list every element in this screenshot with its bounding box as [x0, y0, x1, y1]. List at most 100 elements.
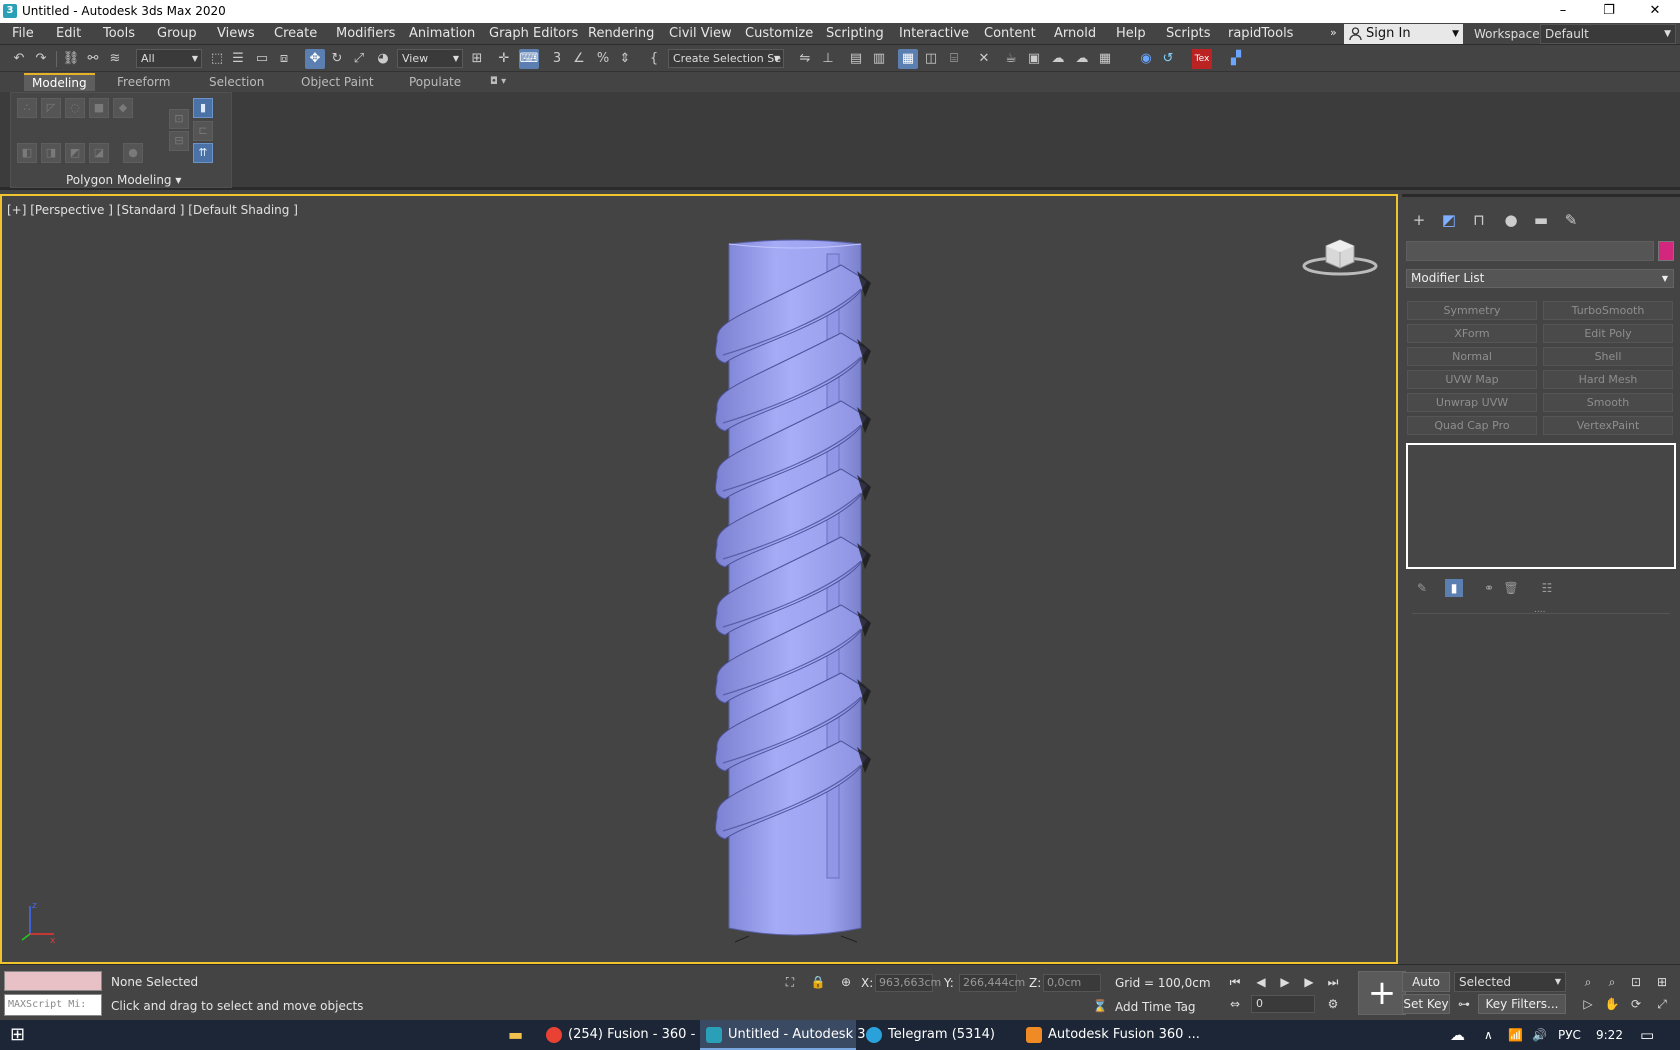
hierarchy-tab-icon[interactable]: ⊓ — [1468, 209, 1490, 231]
language-indicator[interactable]: РУС — [1558, 1020, 1581, 1050]
time-config-arrow-icon[interactable]: ⇔ — [1225, 994, 1245, 1014]
set-key-button[interactable]: Set Key — [1402, 994, 1450, 1014]
absolute-mode-icon[interactable]: ⊕ — [836, 972, 856, 992]
maxscript-mini-input[interactable]: MAXScript Mi: — [4, 994, 102, 1016]
modifier-edit-poly-button[interactable]: Edit Poly — [1543, 324, 1673, 343]
clock[interactable]: 9:22 — [1596, 1020, 1623, 1050]
taskbar-app-fusion[interactable]: Autodesk Fusion 360 ... — [1020, 1020, 1200, 1050]
close-button[interactable]: ✕ — [1632, 0, 1678, 23]
scene-explorer-icon[interactable]: ▤ — [846, 49, 866, 69]
remove-modifier-icon[interactable]: 🗑 — [1502, 579, 1520, 597]
link-icon[interactable]: ⛓ — [61, 49, 81, 69]
show-end-result-icon[interactable]: ▮ — [1445, 579, 1463, 597]
refresh-icon[interactable]: ↺ — [1158, 49, 1178, 69]
menu-rendering[interactable]: Rendering — [588, 26, 654, 41]
x-coordinate-field[interactable]: 963,663cm — [875, 974, 941, 992]
modify-mode-icon[interactable]: ⊡ — [169, 109, 189, 129]
perspective-viewport[interactable]: [+] [Perspective ] [Standard ] [Default … — [0, 194, 1398, 964]
modifier-list-dropdown[interactable]: Modifier List ▼ — [1406, 269, 1674, 288]
menu-interactive[interactable]: Interactive — [899, 26, 969, 41]
previous-frame-icon[interactable]: ◀ — [1251, 972, 1271, 992]
utilities-tab-icon[interactable]: ✎ — [1560, 209, 1582, 231]
align-icon[interactable]: ⊥ — [818, 49, 838, 69]
configure-modifier-sets-icon[interactable]: ☷ — [1538, 579, 1556, 597]
tab-populate[interactable]: Populate — [401, 73, 469, 91]
angle-snap-icon[interactable]: ∠ — [569, 49, 589, 69]
menu-file[interactable]: File — [12, 26, 34, 41]
window-crossing-icon[interactable]: ⧈ — [274, 49, 294, 69]
tab-modeling[interactable]: Modeling — [24, 73, 95, 91]
select-place-icon[interactable]: ◕ — [373, 49, 393, 69]
render-in-cloud-icon[interactable]: ▦ — [1095, 49, 1115, 69]
modifier-vertexpaint-button[interactable]: VertexPaint — [1543, 416, 1673, 435]
z-coordinate-field[interactable]: 0,0cm — [1043, 974, 1101, 992]
qr-icon[interactable]: ◉ — [1136, 49, 1156, 69]
set-key-filter-icon[interactable]: ⊶ — [1454, 994, 1474, 1014]
menu-overflow-icon[interactable]: » — [1330, 26, 1337, 39]
modifier-symmetry-button[interactable]: Symmetry — [1407, 301, 1537, 320]
edge-icon[interactable]: ◸ — [41, 98, 61, 118]
modifier-xform-button[interactable]: XForm — [1407, 324, 1537, 343]
object-name-field[interactable] — [1406, 241, 1654, 261]
curve-editor-icon[interactable]: ◫ — [921, 49, 941, 69]
modifier-shell-button[interactable]: Shell — [1543, 347, 1673, 366]
rect-selection-icon[interactable]: ▭ — [252, 49, 272, 69]
object-color-swatch[interactable] — [1658, 241, 1674, 261]
polygon-modeling-dropdown[interactable]: Polygon Modeling ▾ — [66, 173, 181, 187]
y-coordinate-field[interactable]: 266,444cm — [959, 974, 1025, 992]
schematic-view-icon[interactable]: ⌸ — [944, 49, 964, 69]
isolate-selection-icon[interactable]: ⛶ — [780, 972, 800, 992]
loop-icon[interactable]: ◪ — [89, 143, 109, 163]
show-end-result-icon[interactable]: ▮ — [193, 98, 213, 118]
grow-icon[interactable]: ◧ — [17, 143, 37, 163]
modifier-turbosmooth-button[interactable]: TurboSmooth — [1543, 301, 1673, 320]
material-editor-icon[interactable]: ✕ — [974, 49, 994, 69]
shrink-icon[interactable]: ◨ — [41, 143, 61, 163]
menu-create[interactable]: Create — [274, 26, 317, 41]
preserve-uvs-icon[interactable]: ⊏ — [193, 121, 213, 141]
menu-rapidtools[interactable]: rapidTools — [1228, 26, 1293, 41]
render-iterative-icon[interactable]: ☁ — [1072, 49, 1092, 69]
snaps-toggle-icon[interactable]: 3 — [547, 49, 567, 69]
add-time-tag[interactable]: Add Time Tag — [1115, 1000, 1196, 1014]
zoom-icon[interactable]: ⌕ — [1578, 972, 1598, 992]
tab-selection[interactable]: Selection — [201, 73, 272, 91]
select-rotate-icon[interactable]: ↻ — [327, 49, 347, 69]
use-soft-selection-icon[interactable]: ● — [123, 143, 143, 163]
file-explorer-icon[interactable]: ▬ — [508, 1020, 523, 1050]
menu-civil-view[interactable]: Civil View — [669, 26, 732, 41]
current-frame-field[interactable]: 0 — [1251, 995, 1315, 1013]
maxscript-listener[interactable] — [4, 971, 102, 991]
modifier-unwrap-uvw-button[interactable]: Unwrap UVW — [1407, 393, 1537, 412]
pan-view-icon[interactable]: ✋ — [1602, 994, 1622, 1014]
taskbar-app-3dsmax[interactable]: Untitled - Autodesk 3... — [700, 1020, 878, 1050]
undo-icon[interactable]: ↶ — [9, 49, 29, 69]
workspaces-dropdown[interactable]: Default ▼ — [1540, 24, 1676, 44]
show-hidden-icons-icon[interactable]: ∧ — [1484, 1020, 1493, 1050]
minimize-button[interactable]: – — [1540, 0, 1586, 23]
modifier-hard-mesh-button[interactable]: Hard Mesh — [1543, 370, 1673, 389]
maximize-button[interactable]: ❐ — [1586, 0, 1632, 23]
menu-tools[interactable]: Tools — [103, 26, 135, 41]
modifier-normal-button[interactable]: Normal — [1407, 347, 1537, 366]
selection-lock-icon[interactable]: 🔒 — [808, 972, 828, 992]
select-move-icon[interactable]: ✥ — [305, 49, 325, 69]
key-filters-button[interactable]: Key Filters... — [1478, 994, 1566, 1014]
layer-explorer-icon[interactable]: ▥ — [869, 49, 889, 69]
tex-icon[interactable]: Tex — [1192, 49, 1212, 69]
named-selection-sets-dropdown[interactable]: Create Selection Se ▼ — [668, 49, 784, 68]
windows-start-icon[interactable]: ⊞ — [10, 1020, 25, 1050]
action-center-icon[interactable]: ▭ — [1640, 1020, 1654, 1050]
ring-icon[interactable]: ◩ — [65, 143, 85, 163]
percent-snap-icon[interactable]: % — [593, 49, 613, 69]
time-configuration-icon[interactable]: ⚙ — [1323, 994, 1343, 1014]
next-frame-icon[interactable]: ▶ — [1299, 972, 1319, 992]
onedrive-icon[interactable]: ☁ — [1450, 1020, 1465, 1050]
menu-graph-editors[interactable]: Graph Editors — [489, 26, 578, 41]
orbit-icon[interactable]: ⟳ — [1626, 994, 1646, 1014]
sign-in-dropdown[interactable]: Sign In ▼ — [1344, 24, 1463, 44]
redo-icon[interactable]: ↷ — [31, 49, 51, 69]
goto-end-icon[interactable]: ⏭ — [1323, 972, 1343, 992]
pivot-center-icon[interactable]: ⊞ — [467, 49, 487, 69]
vertex-icon[interactable]: ∴ — [17, 98, 37, 118]
